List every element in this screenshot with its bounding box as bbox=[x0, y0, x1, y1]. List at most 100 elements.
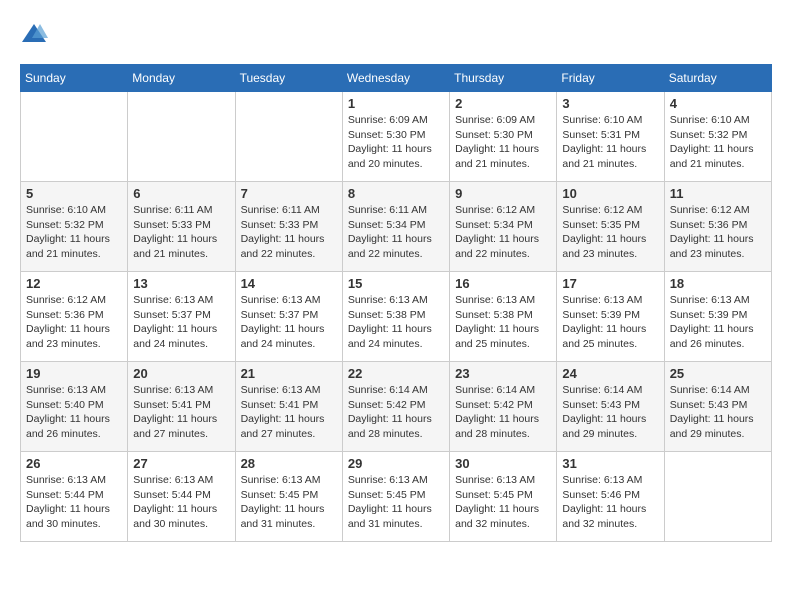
cell-text-line: Daylight: 11 hours bbox=[26, 412, 122, 427]
cell-text-line: Sunrise: 6:13 AM bbox=[241, 473, 337, 488]
day-cell-21: 21Sunrise: 6:13 AMSunset: 5:41 PMDayligh… bbox=[235, 362, 342, 452]
cell-text-line: and 21 minutes. bbox=[26, 247, 122, 262]
cell-text-line: Sunset: 5:30 PM bbox=[348, 128, 444, 143]
cell-text-line: Daylight: 11 hours bbox=[133, 232, 229, 247]
cell-text-line: Sunset: 5:46 PM bbox=[562, 488, 658, 503]
cell-text-line: Sunrise: 6:12 AM bbox=[26, 293, 122, 308]
cell-text-line: Sunrise: 6:13 AM bbox=[562, 473, 658, 488]
cell-text-line: Sunset: 5:33 PM bbox=[241, 218, 337, 233]
cell-text-line: and 31 minutes. bbox=[241, 517, 337, 532]
day-cell-5: 5Sunrise: 6:10 AMSunset: 5:32 PMDaylight… bbox=[21, 182, 128, 272]
cell-text-line: and 29 minutes. bbox=[670, 427, 766, 442]
header-friday: Friday bbox=[557, 65, 664, 92]
cell-text-line: Sunrise: 6:12 AM bbox=[670, 203, 766, 218]
day-number: 28 bbox=[241, 456, 337, 471]
day-number: 31 bbox=[562, 456, 658, 471]
cell-text-line: and 31 minutes. bbox=[348, 517, 444, 532]
cell-text-line: and 23 minutes. bbox=[670, 247, 766, 262]
day-number: 21 bbox=[241, 366, 337, 381]
cell-text-line: Sunset: 5:45 PM bbox=[348, 488, 444, 503]
cell-text-line: Daylight: 11 hours bbox=[562, 412, 658, 427]
day-cell-24: 24Sunrise: 6:14 AMSunset: 5:43 PMDayligh… bbox=[557, 362, 664, 452]
day-cell-9: 9Sunrise: 6:12 AMSunset: 5:34 PMDaylight… bbox=[450, 182, 557, 272]
cell-text-line: Daylight: 11 hours bbox=[348, 502, 444, 517]
day-number: 26 bbox=[26, 456, 122, 471]
cell-text-line: Sunset: 5:44 PM bbox=[133, 488, 229, 503]
cell-text-line: Sunset: 5:37 PM bbox=[133, 308, 229, 323]
cell-text-line: Sunset: 5:45 PM bbox=[241, 488, 337, 503]
cell-text-line: Daylight: 11 hours bbox=[455, 322, 551, 337]
cell-text-line: Sunset: 5:35 PM bbox=[562, 218, 658, 233]
cell-text-line: Sunset: 5:34 PM bbox=[455, 218, 551, 233]
cell-text-line: and 21 minutes. bbox=[133, 247, 229, 262]
cell-text-line: Daylight: 11 hours bbox=[348, 142, 444, 157]
cell-text-line: Daylight: 11 hours bbox=[670, 412, 766, 427]
day-number: 9 bbox=[455, 186, 551, 201]
cell-text-line: Sunrise: 6:13 AM bbox=[562, 293, 658, 308]
cell-text-line: Sunset: 5:45 PM bbox=[455, 488, 551, 503]
cell-text-line: and 23 minutes. bbox=[562, 247, 658, 262]
cell-text-line: Sunrise: 6:14 AM bbox=[562, 383, 658, 398]
cell-text-line: Sunrise: 6:09 AM bbox=[348, 113, 444, 128]
day-cell-3: 3Sunrise: 6:10 AMSunset: 5:31 PMDaylight… bbox=[557, 92, 664, 182]
day-cell-6: 6Sunrise: 6:11 AMSunset: 5:33 PMDaylight… bbox=[128, 182, 235, 272]
day-number: 15 bbox=[348, 276, 444, 291]
day-number: 3 bbox=[562, 96, 658, 111]
empty-cell bbox=[128, 92, 235, 182]
day-cell-29: 29Sunrise: 6:13 AMSunset: 5:45 PMDayligh… bbox=[342, 452, 449, 542]
cell-text-line: and 24 minutes. bbox=[241, 337, 337, 352]
day-cell-10: 10Sunrise: 6:12 AMSunset: 5:35 PMDayligh… bbox=[557, 182, 664, 272]
day-cell-22: 22Sunrise: 6:14 AMSunset: 5:42 PMDayligh… bbox=[342, 362, 449, 452]
day-number: 14 bbox=[241, 276, 337, 291]
cell-text-line: and 30 minutes. bbox=[26, 517, 122, 532]
cell-text-line: Daylight: 11 hours bbox=[241, 232, 337, 247]
day-number: 29 bbox=[348, 456, 444, 471]
cell-text-line: Sunset: 5:42 PM bbox=[348, 398, 444, 413]
cell-text-line: and 25 minutes. bbox=[562, 337, 658, 352]
week-row-4: 19Sunrise: 6:13 AMSunset: 5:40 PMDayligh… bbox=[21, 362, 772, 452]
day-number: 27 bbox=[133, 456, 229, 471]
cell-text-line: Daylight: 11 hours bbox=[133, 502, 229, 517]
cell-text-line: Sunset: 5:36 PM bbox=[26, 308, 122, 323]
cell-text-line: and 21 minutes. bbox=[562, 157, 658, 172]
cell-text-line: Sunrise: 6:11 AM bbox=[348, 203, 444, 218]
day-number: 5 bbox=[26, 186, 122, 201]
cell-text-line: Daylight: 11 hours bbox=[26, 232, 122, 247]
week-row-1: 1Sunrise: 6:09 AMSunset: 5:30 PMDaylight… bbox=[21, 92, 772, 182]
day-cell-27: 27 Sunrise: 6:13 AMSunset: 5:44 PMDayligh… bbox=[128, 452, 235, 542]
day-cell-7: 7Sunrise: 6:11 AMSunset: 5:33 PMDaylight… bbox=[235, 182, 342, 272]
cell-text-line: Sunrise: 6:13 AM bbox=[26, 473, 122, 488]
cell-text-line: and 24 minutes. bbox=[348, 337, 444, 352]
cell-text-line: and 26 minutes. bbox=[26, 427, 122, 442]
cell-text-line: and 28 minutes. bbox=[348, 427, 444, 442]
day-number: 11 bbox=[670, 186, 766, 201]
cell-text-line: Sunrise: 6:13 AM bbox=[670, 293, 766, 308]
week-row-2: 5Sunrise: 6:10 AMSunset: 5:32 PMDaylight… bbox=[21, 182, 772, 272]
cell-text-line: Sunrise: 6:10 AM bbox=[670, 113, 766, 128]
cell-text-line: and 21 minutes. bbox=[670, 157, 766, 172]
cell-text-line: Sunset: 5:41 PM bbox=[133, 398, 229, 413]
cell-text-line: Daylight: 11 hours bbox=[562, 502, 658, 517]
cell-text-line: and 25 minutes. bbox=[455, 337, 551, 352]
day-cell-19: 19Sunrise: 6:13 AMSunset: 5:40 PMDayligh… bbox=[21, 362, 128, 452]
cell-text-line: Sunrise: 6:14 AM bbox=[670, 383, 766, 398]
day-cell-15: 15Sunrise: 6:13 AMSunset: 5:38 PMDayligh… bbox=[342, 272, 449, 362]
cell-text-line: Sunrise: 6:12 AM bbox=[562, 203, 658, 218]
cell-text-line: and 23 minutes. bbox=[26, 337, 122, 352]
day-cell-25: 25Sunrise: 6:14 AMSunset: 5:43 PMDayligh… bbox=[664, 362, 771, 452]
header-monday: Monday bbox=[128, 65, 235, 92]
cell-text-line: Daylight: 11 hours bbox=[348, 322, 444, 337]
day-cell-31: 31 Sunrise: 6:13 AMSunset: 5:46 PMDayligh… bbox=[557, 452, 664, 542]
day-number: 22 bbox=[348, 366, 444, 381]
cell-text-line: Daylight: 11 hours bbox=[26, 322, 122, 337]
day-number: 18 bbox=[670, 276, 766, 291]
cell-text-line: Sunrise: 6:13 AM bbox=[133, 473, 229, 488]
cell-text-line: Sunrise: 6:12 AM bbox=[455, 203, 551, 218]
logo bbox=[20, 20, 52, 48]
day-cell-14: 14Sunrise: 6:13 AMSunset: 5:37 PMDayligh… bbox=[235, 272, 342, 362]
cell-text-line: and 32 minutes. bbox=[562, 517, 658, 532]
day-number: 24 bbox=[562, 366, 658, 381]
cell-text-line: Sunrise: 6:14 AM bbox=[348, 383, 444, 398]
empty-cell bbox=[664, 452, 771, 542]
cell-text-line: Sunset: 5:38 PM bbox=[455, 308, 551, 323]
